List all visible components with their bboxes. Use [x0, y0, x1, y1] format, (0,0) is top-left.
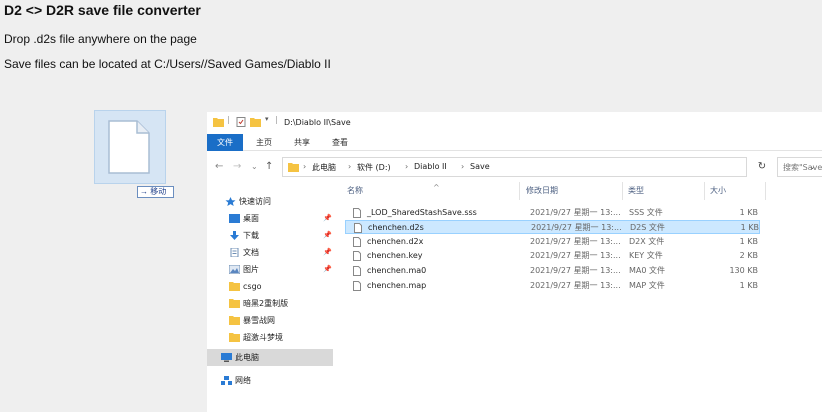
breadcrumb-separator[interactable]: ›	[461, 162, 464, 171]
pin-icon[interactable]: 📌	[323, 210, 332, 227]
nav-item-documents[interactable]: 文档 📌	[207, 244, 337, 261]
page-title: D2 <> D2R save file converter	[4, 2, 201, 18]
forward-arrow-icon[interactable]: →	[233, 161, 241, 172]
file-icon	[108, 120, 150, 174]
file-row-selected[interactable]: chenchen.d2s 2021/9/27 星期一 13:... D2S 文件…	[345, 220, 760, 234]
breadcrumb-separator[interactable]: ›	[405, 162, 408, 171]
file-row[interactable]: chenchen.map 2021/9/27 星期一 13:... MAP 文件…	[345, 279, 760, 293]
breadcrumb-drive[interactable]: 软件 (D:)	[357, 162, 391, 173]
file-icon	[353, 208, 361, 218]
column-header-type[interactable]: 类型	[628, 182, 703, 200]
tab-view[interactable]: 查看	[323, 134, 357, 151]
breadcrumb-separator[interactable]: ›	[348, 162, 351, 171]
nav-item-folder[interactable]: csgo	[207, 278, 337, 295]
file-icon	[353, 251, 361, 261]
nav-item-downloads[interactable]: 下载 📌	[207, 227, 337, 244]
network-icon	[221, 376, 232, 385]
computer-icon	[221, 353, 232, 362]
quick-access-dropdown-icon[interactable]: ▾	[265, 115, 269, 123]
file-row[interactable]: _LOD_SharedStashSave.sss 2021/9/27 星期一 1…	[345, 206, 760, 220]
file-icon	[353, 237, 361, 247]
folder-icon	[229, 299, 240, 308]
pin-icon[interactable]: 📌	[323, 261, 332, 278]
address-row: ← → ⌄ ↑ › 此电脑 › 软件 (D:) › Diablo II › Sa…	[207, 152, 822, 182]
picture-icon	[229, 265, 240, 274]
column-separator[interactable]	[765, 182, 766, 200]
nav-item-this-pc[interactable]: 此电脑	[207, 349, 333, 366]
file-icon	[353, 281, 361, 291]
separator: |	[227, 115, 230, 124]
folder-icon	[213, 118, 224, 127]
address-bar[interactable]: › 此电脑 › 软件 (D:) › Diablo II › Save ⌄	[282, 157, 816, 177]
nav-item-pictures[interactable]: 图片 📌	[207, 261, 337, 278]
breadcrumb-separator[interactable]: ›	[303, 162, 306, 171]
column-separator[interactable]	[704, 182, 705, 200]
pin-icon[interactable]: 📌	[323, 244, 332, 261]
file-icon	[353, 266, 361, 276]
breadcrumb-diablo[interactable]: Diablo II	[414, 162, 447, 171]
column-separator[interactable]	[519, 182, 520, 200]
ribbon-tabs: 文件 主页 共享 查看	[207, 134, 822, 151]
nav-item-quick-access[interactable]: 快速访问	[207, 193, 337, 210]
tab-file[interactable]: 文件	[207, 134, 243, 151]
refresh-icon[interactable]: ↻	[752, 157, 772, 177]
column-header-date[interactable]: 修改日期	[526, 182, 621, 200]
new-folder-icon[interactable]	[250, 117, 261, 127]
explorer-titlebar: | ▾ | D:\Diablo II\Save	[207, 112, 822, 134]
up-arrow-icon[interactable]: ↑	[265, 161, 273, 172]
download-icon	[230, 231, 239, 240]
tab-share[interactable]: 共享	[285, 134, 319, 151]
move-badge: → 移动	[137, 186, 174, 198]
nav-item-network[interactable]: 网络	[207, 372, 337, 389]
column-header-size[interactable]: 大小	[710, 182, 765, 200]
column-header-name[interactable]: 名称 ^	[347, 182, 517, 200]
column-separator[interactable]	[622, 182, 623, 200]
file-icon	[354, 223, 362, 233]
drag-preview	[94, 110, 166, 184]
pin-icon[interactable]: 📌	[323, 227, 332, 244]
nav-item-folder[interactable]: 超激斗梦境	[207, 329, 337, 346]
folder-icon	[229, 333, 240, 342]
recent-locations-icon[interactable]: ⌄	[251, 162, 258, 171]
breadcrumb-save[interactable]: Save	[470, 162, 490, 171]
document-icon	[230, 248, 239, 257]
properties-icon[interactable]	[236, 117, 246, 127]
tab-home[interactable]: 主页	[247, 134, 281, 151]
desktop-icon	[229, 214, 240, 223]
file-explorer-window: | ▾ | D:\Diablo II\Save 文件 主页 共享 查看 ← → …	[207, 112, 822, 412]
nav-item-desktop[interactable]: 桌面 📌	[207, 210, 337, 227]
breadcrumb-this-pc[interactable]: 此电脑	[312, 162, 336, 173]
save-location-text: Save files can be located at C:/Users//S…	[4, 57, 331, 71]
file-row[interactable]: chenchen.ma0 2021/9/27 星期一 13:... MA0 文件…	[345, 264, 760, 278]
drop-instruction: Drop .d2s file anywhere on the page	[4, 32, 197, 46]
sort-ascending-icon: ^	[433, 183, 440, 192]
search-input[interactable]: 搜索"Save"	[777, 157, 822, 177]
back-arrow-icon[interactable]: ←	[215, 161, 223, 172]
folder-icon	[288, 163, 299, 172]
folder-icon	[229, 282, 240, 291]
separator: |	[275, 115, 278, 124]
file-list: 名称 ^ 修改日期 类型 大小 _LOD_SharedStashSave.sss…	[342, 182, 822, 412]
navigation-pane: 快速访问 桌面 📌 下载 📌 文档 📌 图片 📌 csgo 暗黑2重制版 暴雪战…	[207, 182, 342, 412]
nav-item-folder[interactable]: 暴雪战网	[207, 312, 337, 329]
folder-icon	[229, 316, 240, 325]
window-title: D:\Diablo II\Save	[284, 118, 351, 127]
file-row[interactable]: chenchen.key 2021/9/27 星期一 13:... KEY 文件…	[345, 249, 760, 263]
nav-item-folder[interactable]: 暗黑2重制版	[207, 295, 337, 312]
file-row[interactable]: chenchen.d2x 2021/9/27 星期一 13:... D2X 文件…	[345, 235, 760, 249]
star-icon	[225, 197, 236, 206]
